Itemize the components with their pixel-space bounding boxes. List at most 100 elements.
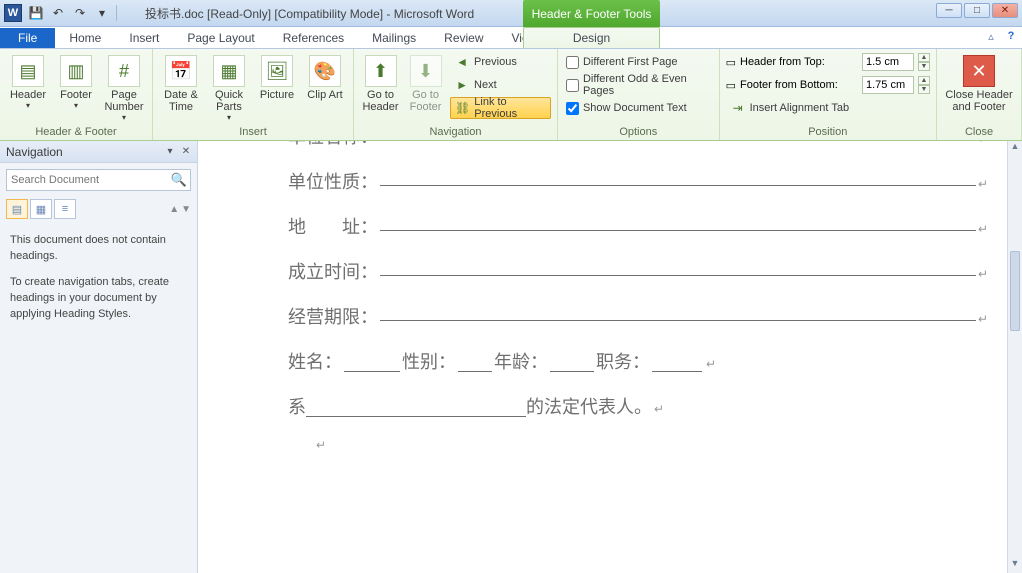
maximize-button[interactable]: □ <box>964 3 990 18</box>
next-button[interactable]: ►Next <box>450 74 551 96</box>
ribbon-tabs: File Home Insert Page Layout References … <box>0 27 1022 49</box>
nav-dropdown-icon[interactable]: ▾ <box>163 145 177 159</box>
footer-from-bottom-input[interactable] <box>862 76 914 94</box>
doc-line <box>550 350 594 372</box>
previous-icon: ◄ <box>454 54 470 70</box>
minimize-button[interactable]: ─ <box>936 3 962 18</box>
link-to-previous-button[interactable]: ⛓Link to Previous <box>450 97 551 119</box>
help-icon[interactable]: ? <box>1002 28 1020 44</box>
clip-art-button[interactable]: 🎨Clip Art <box>303 51 347 101</box>
doc-line <box>380 254 976 276</box>
ribbon-minimize-icon[interactable]: ▵ <box>982 28 1000 44</box>
tab-file[interactable]: File <box>0 28 55 48</box>
nav-tab-pages[interactable]: ▦ <box>30 199 52 219</box>
tab-review[interactable]: Review <box>430 28 497 48</box>
doc-label-rep: 的法定代表人。 <box>526 385 652 430</box>
nav-message-2: To create navigation tabs, create headin… <box>10 275 187 323</box>
goto-footer-icon: ⬇ <box>410 55 442 87</box>
quick-parts-button[interactable]: ▦Quick Parts▾ <box>207 51 251 122</box>
scroll-thumb[interactable] <box>1010 251 1020 331</box>
qat-undo[interactable]: ↶ <box>48 3 68 23</box>
alignment-tab-icon: ⇥ <box>730 100 746 116</box>
doc-label-age: 年龄： <box>494 340 548 385</box>
insert-alignment-tab-button[interactable]: ⇥Insert Alignment Tab <box>726 97 930 119</box>
doc-label-founded: 成立时间： <box>288 250 378 295</box>
navigation-pane-title: Navigation <box>6 145 63 159</box>
search-icon[interactable]: 🔍 <box>171 172 187 188</box>
previous-button[interactable]: ◄Previous <box>450 51 551 73</box>
date-time-icon: 📅 <box>165 55 197 87</box>
nav-close-icon[interactable]: ✕ <box>179 145 193 159</box>
footer-bottom-icon: ▭ <box>726 79 736 92</box>
window-title: 投标书.doc [Read-Only] [Compatibility Mode]… <box>145 5 474 22</box>
header-from-top-label: Header from Top: <box>740 56 858 68</box>
document-area[interactable]: 单位名称：↵ 单位性质：↵ 地 址：↵ 成立时间：↵ 经营期限：↵ 姓名： 性别… <box>198 141 1022 573</box>
app-icon: W <box>4 4 22 22</box>
paragraph-mark: ↵ <box>316 430 988 460</box>
different-first-page-checkbox[interactable]: Different First Page <box>564 51 713 73</box>
next-icon: ► <box>454 77 470 93</box>
goto-footer-button: ⬇Go to Footer <box>405 51 446 113</box>
group-header-footer: Header & Footer <box>6 124 146 140</box>
contextual-tab-header: Header & Footer Tools <box>523 0 660 27</box>
doc-line <box>306 395 526 417</box>
footer-from-bottom-label: Footer from Bottom: <box>740 79 858 91</box>
tab-mailings[interactable]: Mailings <box>358 28 430 48</box>
different-odd-even-checkbox[interactable]: Different Odd & Even Pages <box>564 74 713 96</box>
picture-icon: 🖼 <box>261 55 293 87</box>
picture-button[interactable]: 🖼Picture <box>255 51 299 101</box>
page-number-button[interactable]: #Page Number▾ <box>102 51 146 122</box>
tab-references[interactable]: References <box>269 28 358 48</box>
group-insert: Insert <box>159 124 347 140</box>
doc-line <box>344 350 400 372</box>
tab-design[interactable]: Design <box>523 27 660 48</box>
header-top-up[interactable]: ▲ <box>918 53 930 62</box>
show-document-text-checkbox[interactable]: Show Document Text <box>564 97 713 119</box>
nav-message-1: This document does not contain headings. <box>10 233 187 265</box>
header-top-icon: ▭ <box>726 56 736 69</box>
doc-line <box>380 164 976 186</box>
nav-tab-headings[interactable]: ▤ <box>6 199 28 219</box>
group-navigation: Navigation <box>360 124 551 140</box>
footer-button[interactable]: ▥Footer▾ <box>54 51 98 110</box>
group-close: Close <box>943 124 1015 140</box>
nav-next-icon[interactable]: ▼ <box>181 204 191 215</box>
doc-label-term: 经营期限： <box>288 295 378 340</box>
scroll-down-icon[interactable]: ▼ <box>1008 558 1022 573</box>
clip-art-icon: 🎨 <box>309 55 341 87</box>
search-input[interactable] <box>6 169 191 191</box>
doc-label-address: 地 址： <box>288 205 378 250</box>
doc-line <box>380 209 976 231</box>
close-window-button[interactable]: ✕ <box>992 3 1018 18</box>
titlebar: W 💾 ↶ ↷ ▾ 投标书.doc [Read-Only] [Compatibi… <box>0 0 1022 27</box>
qat-customize[interactable]: ▾ <box>92 3 112 23</box>
doc-label-company: 单位名称： <box>288 141 378 160</box>
tab-home[interactable]: Home <box>55 28 115 48</box>
close-header-footer-button[interactable]: ✕Close Header and Footer <box>943 51 1015 113</box>
nav-tab-results[interactable]: ≡ <box>54 199 76 219</box>
page-number-icon: # <box>108 55 140 87</box>
tab-insert[interactable]: Insert <box>115 28 173 48</box>
group-options: Options <box>564 124 713 140</box>
goto-header-button[interactable]: ⬆Go to Header <box>360 51 401 113</box>
footer-bottom-down[interactable]: ▼ <box>918 85 930 94</box>
nav-prev-icon[interactable]: ▲ <box>169 204 179 215</box>
doc-label-xi: 系 <box>288 385 306 430</box>
vertical-scrollbar[interactable]: ▲ ▼ <box>1007 141 1022 573</box>
header-icon: ▤ <box>12 55 44 87</box>
footer-icon: ▥ <box>60 55 92 87</box>
goto-header-icon: ⬆ <box>365 55 397 87</box>
scroll-up-icon[interactable]: ▲ <box>1008 141 1022 156</box>
header-top-down[interactable]: ▼ <box>918 62 930 71</box>
header-from-top-input[interactable] <box>862 53 914 71</box>
ribbon: ▤Header▾ ▥Footer▾ #Page Number▾ Header &… <box>0 49 1022 141</box>
qat-save[interactable]: 💾 <box>26 3 46 23</box>
qat-redo[interactable]: ↷ <box>70 3 90 23</box>
link-icon: ⛓ <box>455 100 470 116</box>
header-button[interactable]: ▤Header▾ <box>6 51 50 110</box>
doc-label-sex: 性别： <box>402 340 456 385</box>
tab-page-layout[interactable]: Page Layout <box>173 28 268 48</box>
date-time-button[interactable]: 📅Date & Time <box>159 51 203 113</box>
footer-bottom-up[interactable]: ▲ <box>918 76 930 85</box>
quick-parts-icon: ▦ <box>213 55 245 87</box>
